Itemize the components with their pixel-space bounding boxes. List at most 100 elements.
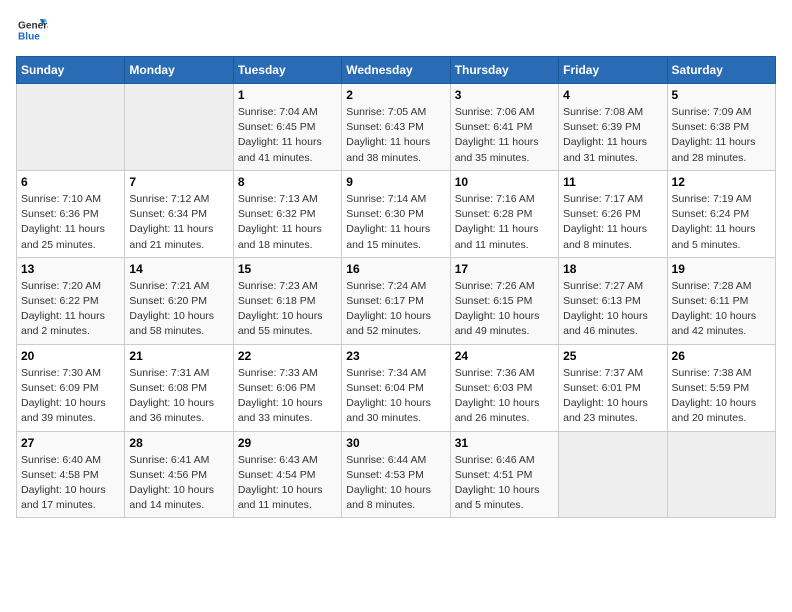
day-number: 23 [346, 349, 445, 363]
day-number: 24 [455, 349, 554, 363]
calendar-cell: 14 Sunrise: 7:21 AMSunset: 6:20 PMDayligh… [125, 257, 233, 344]
day-detail: Sunrise: 7:28 AMSunset: 6:11 PMDaylight:… [672, 279, 771, 340]
calendar-week-row: 6 Sunrise: 7:10 AMSunset: 6:36 PMDaylight… [17, 170, 776, 257]
day-detail: Sunrise: 7:14 AMSunset: 6:30 PMDaylight:… [346, 192, 445, 253]
logo-icon: General Blue [16, 16, 48, 44]
calendar-table: SundayMondayTuesdayWednesdayThursdayFrid… [16, 56, 776, 518]
day-detail: Sunrise: 7:21 AMSunset: 6:20 PMDaylight:… [129, 279, 228, 340]
calendar-cell [125, 84, 233, 171]
day-number: 26 [672, 349, 771, 363]
day-detail: Sunrise: 7:08 AMSunset: 6:39 PMDaylight:… [563, 105, 662, 166]
day-number: 20 [21, 349, 120, 363]
day-detail: Sunrise: 7:20 AMSunset: 6:22 PMDaylight:… [21, 279, 120, 340]
calendar-cell [559, 431, 667, 518]
svg-text:Blue: Blue [18, 31, 40, 42]
day-detail: Sunrise: 7:17 AMSunset: 6:26 PMDaylight:… [563, 192, 662, 253]
calendar-cell: 6 Sunrise: 7:10 AMSunset: 6:36 PMDaylight… [17, 170, 125, 257]
calendar-cell: 12Sunrise: 7:19 AMSunset: 6:24 PMDayligh… [667, 170, 775, 257]
day-detail: Sunrise: 6:46 AMSunset: 4:51 PMDaylight:… [455, 453, 554, 514]
day-number: 15 [238, 262, 337, 276]
day-detail: Sunrise: 6:44 AMSunset: 4:53 PMDaylight:… [346, 453, 445, 514]
calendar-cell: 1 Sunrise: 7:04 AMSunset: 6:45 PMDaylight… [233, 84, 341, 171]
calendar-cell: 15 Sunrise: 7:23 AMSunset: 6:18 PMDayligh… [233, 257, 341, 344]
day-number: 18 [563, 262, 662, 276]
day-detail: Sunrise: 7:38 AMSunset: 5:59 PMDaylight:… [672, 366, 771, 427]
calendar-week-row: 27 Sunrise: 6:40 AMSunset: 4:58 PMDayligh… [17, 431, 776, 518]
calendar-cell: 5Sunrise: 7:09 AMSunset: 6:38 PMDaylight… [667, 84, 775, 171]
day-number: 9 [346, 175, 445, 189]
calendar-cell: 24 Sunrise: 7:36 AMSunset: 6:03 PMDayligh… [450, 344, 558, 431]
day-detail: Sunrise: 7:19 AMSunset: 6:24 PMDaylight:… [672, 192, 771, 253]
day-detail: Sunrise: 7:37 AMSunset: 6:01 PMDaylight:… [563, 366, 662, 427]
calendar-cell [667, 431, 775, 518]
day-detail: Sunrise: 7:12 AMSunset: 6:34 PMDaylight:… [129, 192, 228, 253]
calendar-cell: 4 Sunrise: 7:08 AMSunset: 6:39 PMDaylight… [559, 84, 667, 171]
day-number: 13 [21, 262, 120, 276]
calendar-cell: 25 Sunrise: 7:37 AMSunset: 6:01 PMDayligh… [559, 344, 667, 431]
weekday-header: Thursday [450, 57, 558, 84]
logo: General Blue [16, 16, 52, 44]
day-number: 6 [21, 175, 120, 189]
calendar-cell: 27 Sunrise: 6:40 AMSunset: 4:58 PMDayligh… [17, 431, 125, 518]
calendar-week-row: 13 Sunrise: 7:20 AMSunset: 6:22 PMDayligh… [17, 257, 776, 344]
day-number: 8 [238, 175, 337, 189]
weekday-header: Monday [125, 57, 233, 84]
day-number: 30 [346, 436, 445, 450]
calendar-cell: 28Sunrise: 6:41 AMSunset: 4:56 PMDayligh… [125, 431, 233, 518]
calendar-cell: 10Sunrise: 7:16 AMSunset: 6:28 PMDayligh… [450, 170, 558, 257]
day-number: 19 [672, 262, 771, 276]
day-number: 21 [129, 349, 228, 363]
day-number: 14 [129, 262, 228, 276]
calendar-cell: 21 Sunrise: 7:31 AMSunset: 6:08 PMDayligh… [125, 344, 233, 431]
calendar-cell: 30 Sunrise: 6:44 AMSunset: 4:53 PMDayligh… [342, 431, 450, 518]
day-number: 11 [563, 175, 662, 189]
calendar-week-row: 20 Sunrise: 7:30 AMSunset: 6:09 PMDayligh… [17, 344, 776, 431]
day-number: 7 [129, 175, 228, 189]
calendar-cell: 26 Sunrise: 7:38 AMSunset: 5:59 PMDayligh… [667, 344, 775, 431]
calendar-cell: 23Sunrise: 7:34 AMSunset: 6:04 PMDayligh… [342, 344, 450, 431]
day-number: 22 [238, 349, 337, 363]
day-number: 2 [346, 88, 445, 102]
day-detail: Sunrise: 7:26 AMSunset: 6:15 PMDaylight:… [455, 279, 554, 340]
day-detail: Sunrise: 7:10 AMSunset: 6:36 PMDaylight:… [21, 192, 120, 253]
weekday-header: Wednesday [342, 57, 450, 84]
day-number: 27 [21, 436, 120, 450]
calendar-cell: 18 Sunrise: 7:27 AMSunset: 6:13 PMDayligh… [559, 257, 667, 344]
calendar-cell: 9 Sunrise: 7:14 AMSunset: 6:30 PMDaylight… [342, 170, 450, 257]
calendar-header-row: SundayMondayTuesdayWednesdayThursdayFrid… [17, 57, 776, 84]
day-detail: Sunrise: 6:41 AMSunset: 4:56 PMDaylight:… [129, 453, 228, 514]
weekday-header: Saturday [667, 57, 775, 84]
day-number: 17 [455, 262, 554, 276]
day-detail: Sunrise: 7:30 AMSunset: 6:09 PMDaylight:… [21, 366, 120, 427]
day-detail: Sunrise: 6:43 AMSunset: 4:54 PMDaylight:… [238, 453, 337, 514]
weekday-header: Friday [559, 57, 667, 84]
day-detail: Sunrise: 7:06 AMSunset: 6:41 PMDaylight:… [455, 105, 554, 166]
weekday-header: Sunday [17, 57, 125, 84]
day-number: 25 [563, 349, 662, 363]
calendar-cell: 29Sunrise: 6:43 AMSunset: 4:54 PMDayligh… [233, 431, 341, 518]
day-detail: Sunrise: 7:36 AMSunset: 6:03 PMDaylight:… [455, 366, 554, 427]
day-detail: Sunrise: 7:16 AMSunset: 6:28 PMDaylight:… [455, 192, 554, 253]
calendar-cell: 16 Sunrise: 7:24 AMSunset: 6:17 PMDayligh… [342, 257, 450, 344]
calendar-cell [17, 84, 125, 171]
calendar-cell: 2Sunrise: 7:05 AMSunset: 6:43 PMDaylight… [342, 84, 450, 171]
day-number: 4 [563, 88, 662, 102]
day-detail: Sunrise: 7:24 AMSunset: 6:17 PMDaylight:… [346, 279, 445, 340]
day-detail: Sunrise: 7:09 AMSunset: 6:38 PMDaylight:… [672, 105, 771, 166]
day-number: 3 [455, 88, 554, 102]
weekday-header: Tuesday [233, 57, 341, 84]
day-detail: Sunrise: 7:33 AMSunset: 6:06 PMDaylight:… [238, 366, 337, 427]
calendar-cell: 13 Sunrise: 7:20 AMSunset: 6:22 PMDayligh… [17, 257, 125, 344]
day-detail: Sunrise: 7:27 AMSunset: 6:13 PMDaylight:… [563, 279, 662, 340]
calendar-cell: 11 Sunrise: 7:17 AMSunset: 6:26 PMDayligh… [559, 170, 667, 257]
day-detail: Sunrise: 7:13 AMSunset: 6:32 PMDaylight:… [238, 192, 337, 253]
day-number: 1 [238, 88, 337, 102]
calendar-cell: 31Sunrise: 6:46 AMSunset: 4:51 PMDayligh… [450, 431, 558, 518]
day-detail: Sunrise: 7:23 AMSunset: 6:18 PMDaylight:… [238, 279, 337, 340]
day-number: 16 [346, 262, 445, 276]
day-detail: Sunrise: 7:04 AMSunset: 6:45 PMDaylight:… [238, 105, 337, 166]
day-detail: Sunrise: 6:40 AMSunset: 4:58 PMDaylight:… [21, 453, 120, 514]
day-detail: Sunrise: 7:31 AMSunset: 6:08 PMDaylight:… [129, 366, 228, 427]
calendar-cell: 19 Sunrise: 7:28 AMSunset: 6:11 PMDayligh… [667, 257, 775, 344]
calendar-cell: 3 Sunrise: 7:06 AMSunset: 6:41 PMDaylight… [450, 84, 558, 171]
